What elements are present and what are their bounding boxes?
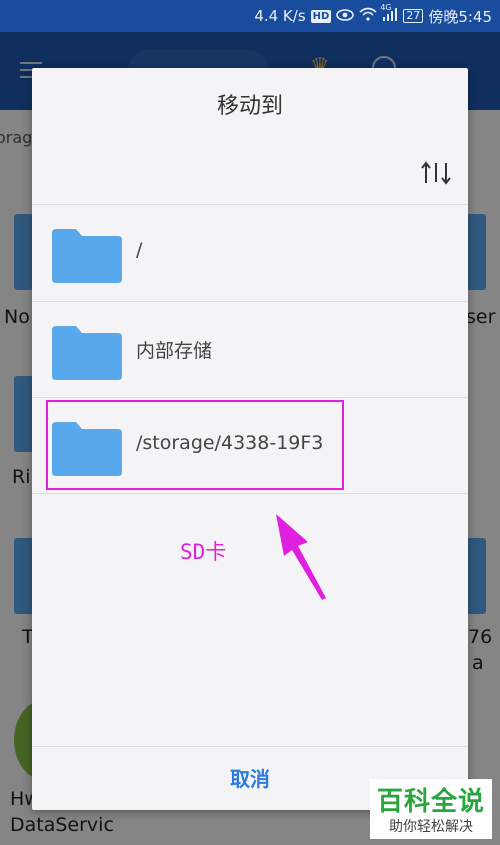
wifi-icon [359,7,377,25]
battery-icon: 27 [403,9,424,23]
clock: 傍晚5:45 [428,7,492,26]
folder-label: 内部存储 [136,340,213,362]
net-speed: 4.4 K/s [254,7,306,25]
folder-row-root[interactable]: / [32,205,468,301]
folder-icon [52,326,122,380]
annotation-highlight-box [46,400,344,490]
folder-icon [52,229,122,283]
network-type: 4G [380,3,392,12]
watermark-slogan: 助你轻松解决 [389,819,473,835]
status-icons: 4.4 K/s HD 4G 27 傍晚5:45 [254,0,492,32]
move-to-dialog: 移动到 / 内部存储 /storage/4338-19F3 SD卡 取消 [32,68,468,810]
folder-row-internal-storage[interactable]: 内部存储 [32,302,468,398]
watermark-logo: 百科全说 助你轻松解决 [370,779,492,839]
status-bar: 4.4 K/s HD 4G 27 傍晚5:45 [0,0,500,32]
hd-icon: HD [310,9,332,23]
annotation-label: SD卡 [180,540,227,564]
dialog-title: 移动到 [216,94,283,119]
folder-label: / [136,239,143,261]
divider [32,746,468,747]
eye-icon [336,7,355,25]
divider [32,493,468,494]
sort-icon[interactable] [420,158,452,188]
watermark-title: 百科全说 [376,787,485,817]
signal-icon: 4G [380,3,398,25]
annotation-arrow-icon [276,514,326,600]
